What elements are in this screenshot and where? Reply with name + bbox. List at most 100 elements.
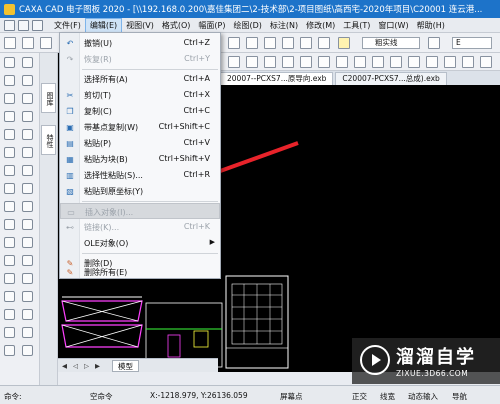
arc2-tool-icon[interactable] — [4, 129, 15, 140]
tool-icon[interactable] — [264, 56, 276, 68]
tool-icon[interactable] — [300, 56, 312, 68]
tool-icon[interactable] — [300, 37, 312, 49]
chamfer-tool-icon[interactable] — [22, 255, 33, 266]
menu-paper[interactable]: 幅面(P) — [194, 18, 229, 33]
tool-icon[interactable] — [428, 37, 440, 49]
move-tool-icon[interactable] — [22, 93, 33, 104]
explode-tool-icon[interactable] — [22, 273, 33, 284]
menu-item-insert-object[interactable]: ▭ 插入对象(I)... — [60, 203, 220, 219]
spline-tool-icon[interactable] — [4, 147, 15, 158]
align-tool-icon[interactable] — [22, 345, 33, 356]
menu-item-copy-basepoint[interactable]: ▣ 带基点复制(W) Ctrl+Shift+C — [60, 119, 220, 135]
tool-icon[interactable] — [318, 56, 330, 68]
menu-item-cut[interactable]: ✂ 剪切(T) Ctrl+X — [60, 87, 220, 103]
scale-tool-icon[interactable] — [22, 147, 33, 158]
pointer-icon[interactable] — [4, 37, 16, 49]
tool-icon[interactable] — [318, 37, 330, 49]
last-layout-icon[interactable]: ▶ — [95, 362, 100, 370]
block-tool-icon[interactable] — [4, 237, 15, 248]
polyline-tool-icon[interactable] — [22, 57, 33, 68]
text-tool-icon[interactable] — [4, 219, 15, 230]
menu-item-paste[interactable]: ▤ 粘贴(P) Ctrl+V — [60, 135, 220, 151]
rotate-tool-icon[interactable] — [22, 111, 33, 122]
tool-icon[interactable] — [282, 37, 294, 49]
curve-tool-icon[interactable] — [4, 111, 15, 122]
lengthen-tool-icon[interactable] — [22, 327, 33, 338]
menu-item-undo[interactable]: ↶ 撤销(U) Ctrl+Z — [60, 35, 220, 51]
tool-icon[interactable] — [228, 56, 240, 68]
menu-item-link[interactable]: ⊷ 链接(K)... Ctrl+K — [60, 219, 220, 235]
menu-format[interactable]: 格式(O) — [158, 18, 195, 33]
menu-modify[interactable]: 修改(M) — [302, 18, 339, 33]
cursor-icon[interactable] — [4, 19, 15, 31]
save-icon[interactable] — [32, 19, 43, 31]
menu-file[interactable]: 文件(F) — [50, 18, 85, 33]
line-type-select[interactable]: 粗实线 — [362, 37, 420, 49]
tab-model[interactable]: 模型 — [112, 359, 139, 372]
center-tool-icon[interactable] — [4, 345, 15, 356]
menu-item-select-all[interactable]: 选择所有(A) Ctrl+A — [60, 71, 220, 87]
menu-item-delete-all[interactable]: ✎ 删除所有(E) — [60, 265, 220, 279]
open-icon[interactable] — [40, 37, 52, 49]
leader-tool-icon[interactable] — [4, 309, 15, 320]
arc-tool-icon[interactable] — [22, 75, 33, 86]
dynamic-input-toggle[interactable]: 动态输入 — [408, 391, 438, 402]
menu-item-copy[interactable]: ❐ 复制(C) Ctrl+C — [60, 103, 220, 119]
tool-icon[interactable] — [354, 56, 366, 68]
doc-tab-2[interactable]: C20007-PCXS7...总成).exb — [335, 72, 447, 85]
menu-view[interactable]: 视图(V) — [122, 18, 158, 33]
tool-icon[interactable] — [282, 56, 294, 68]
menu-item-redo[interactable]: ↷ 恢复(R) Ctrl+Y — [60, 51, 220, 67]
stretch-tool-icon[interactable] — [22, 291, 33, 302]
break-tool-icon[interactable] — [22, 219, 33, 230]
tool-icon[interactable] — [372, 56, 384, 68]
snap-mode[interactable]: 屏幕点 — [280, 391, 303, 402]
rect-tool-icon[interactable] — [4, 93, 15, 104]
menu-item-paste-special[interactable]: ▥ 选择性粘贴(S)... Ctrl+R — [60, 167, 220, 183]
next-layout-icon[interactable]: ▷ — [84, 362, 89, 370]
tool-icon[interactable] — [336, 56, 348, 68]
style-select[interactable]: E — [452, 37, 492, 49]
tool-icon[interactable] — [480, 56, 492, 68]
tool-icon[interactable] — [390, 56, 402, 68]
tool-icon[interactable] — [408, 56, 420, 68]
first-layout-icon[interactable]: ◀ — [62, 362, 67, 370]
mirror-tool-icon[interactable] — [22, 129, 33, 140]
symbol-tool-icon[interactable] — [4, 327, 15, 338]
tool-icon[interactable] — [246, 56, 258, 68]
image-tool-icon[interactable] — [4, 291, 15, 302]
extend-tool-icon[interactable] — [22, 201, 33, 212]
tool-icon[interactable] — [264, 37, 276, 49]
tool-icon[interactable] — [228, 37, 240, 49]
point-tool-icon[interactable] — [4, 201, 15, 212]
new-file-icon[interactable] — [18, 19, 29, 31]
dimension-tool-icon[interactable] — [4, 255, 15, 266]
fillet-tool-icon[interactable] — [22, 237, 33, 248]
circle-tool-icon[interactable] — [4, 75, 15, 86]
hatch-tool-icon[interactable] — [4, 183, 15, 194]
menu-item-paste-block[interactable]: ▦ 粘贴为块(B) Ctrl+Shift+V — [60, 151, 220, 167]
menu-dimension[interactable]: 标注(N) — [266, 18, 302, 33]
ellipse-tool-icon[interactable] — [4, 165, 15, 176]
lightbulb-icon[interactable] — [338, 37, 350, 49]
tool-icon[interactable] — [426, 56, 438, 68]
doc-tab-1[interactable]: 20007--PCXS7...原导向.exb — [220, 72, 334, 85]
tool-icon[interactable] — [246, 37, 258, 49]
tool-icon[interactable] — [444, 56, 456, 68]
array-tool-icon[interactable] — [22, 165, 33, 176]
menu-edit[interactable]: 编辑(E) — [84, 17, 123, 33]
table-tool-icon[interactable] — [4, 273, 15, 284]
menu-help[interactable]: 帮助(H) — [413, 18, 449, 33]
tool-icon[interactable] — [462, 56, 474, 68]
menu-window[interactable]: 窗口(W) — [374, 18, 412, 33]
menu-item-paste-origin[interactable]: ▧ 粘贴到原坐标(Y) — [60, 183, 220, 199]
line-tool-icon[interactable] — [4, 57, 15, 68]
menu-tools[interactable]: 工具(T) — [339, 18, 374, 33]
tab-library[interactable]: 图库 — [41, 83, 56, 113]
trim-tool-icon[interactable] — [22, 183, 33, 194]
lineweight-toggle[interactable]: 线宽 — [380, 391, 395, 402]
navigation-toggle[interactable]: 导航 — [452, 391, 467, 402]
menu-item-ole-object[interactable]: OLE对象(O) ▶ — [60, 235, 220, 251]
tab-properties[interactable]: 特性 — [41, 125, 56, 155]
new-icon[interactable] — [22, 37, 34, 49]
